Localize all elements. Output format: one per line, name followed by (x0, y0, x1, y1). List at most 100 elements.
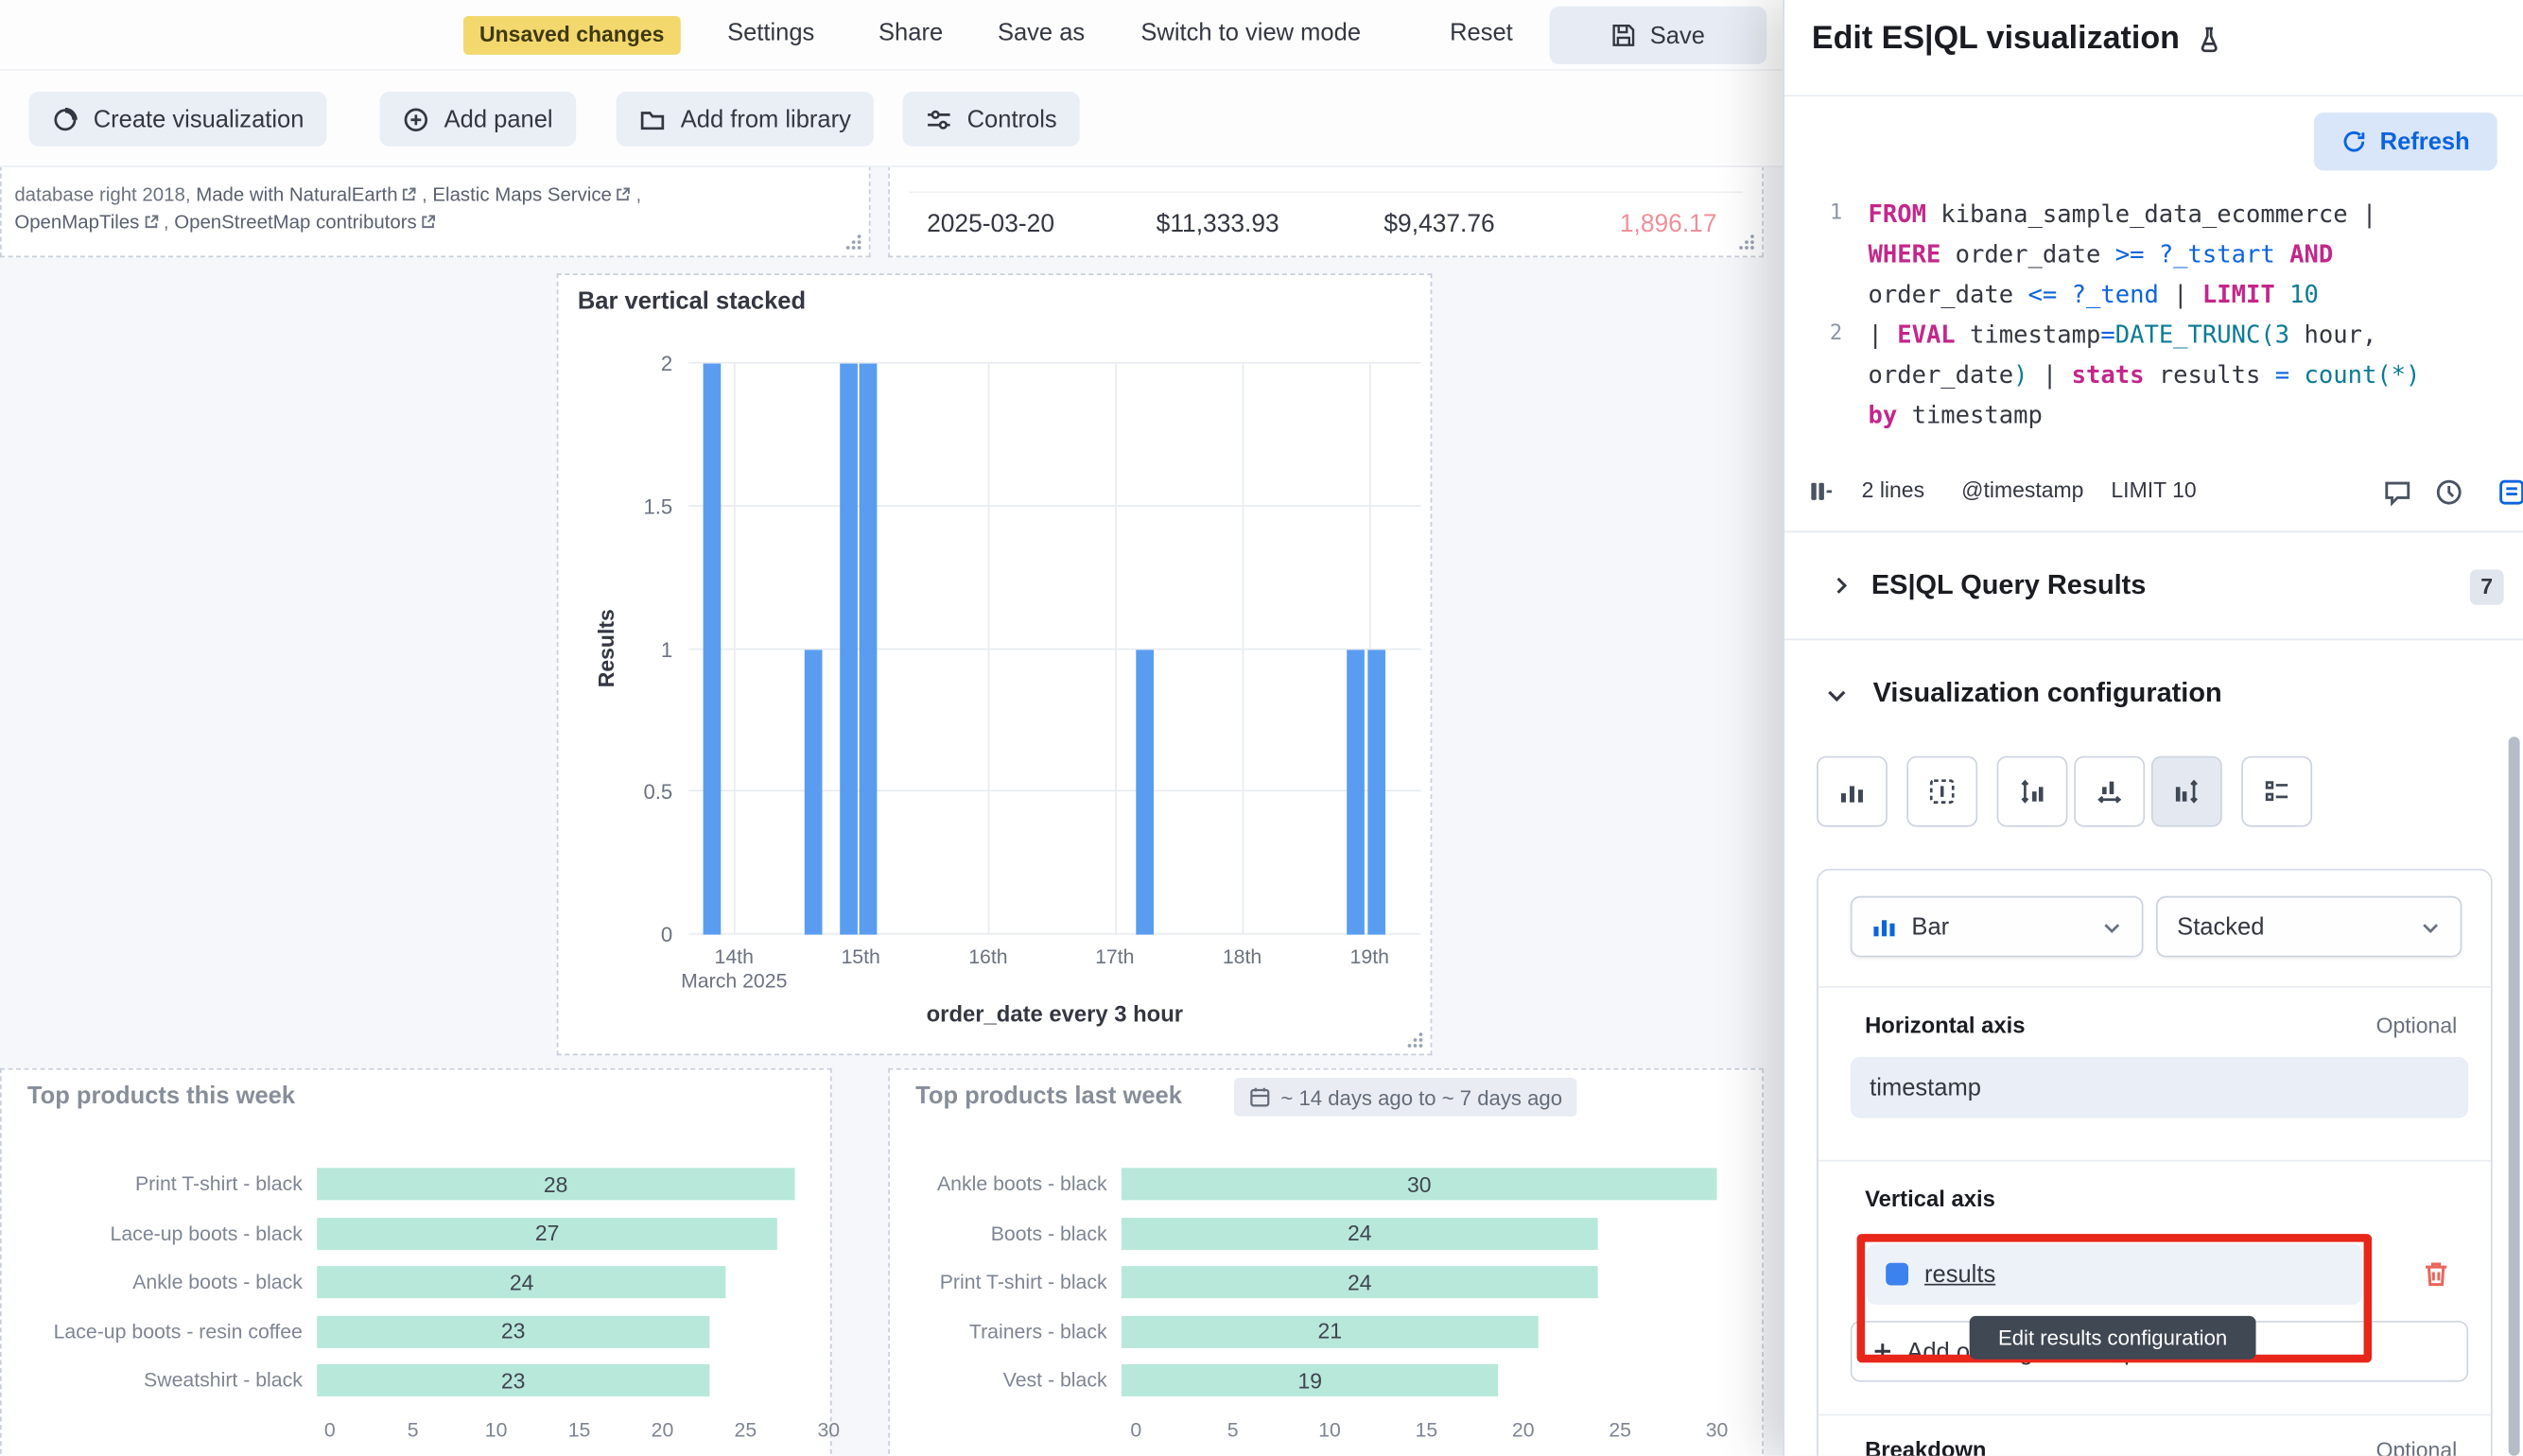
chart-bar[interactable]: 28 (317, 1169, 794, 1201)
edit-results-tooltip: Edit results configuration (1970, 1316, 2256, 1360)
calendar-icon (1248, 1086, 1271, 1109)
menu-item-save-as[interactable]: Save as (998, 19, 1085, 46)
chart-bar[interactable]: 30 (1122, 1169, 1717, 1201)
add-from-library-button[interactable]: Add from library (617, 92, 874, 147)
menu-item-share[interactable]: Share (879, 19, 943, 46)
naturalearth-link[interactable]: Made with NaturalEarth (196, 183, 397, 206)
vertical-axis-field-label: results (1924, 1260, 1995, 1288)
stack-mode-select[interactable]: Stacked (2156, 896, 2462, 958)
divider (1818, 1160, 2491, 1162)
chart-bar[interactable] (703, 364, 721, 935)
refresh-icon (2341, 129, 2367, 154)
value-label: 24 (1348, 1271, 1372, 1295)
bar-chart-plot (688, 364, 1420, 935)
right-axis-button[interactable] (2151, 756, 2222, 827)
horizontal-axis-field-label: timestamp (1870, 1074, 1981, 1101)
value-label: 24 (1348, 1222, 1372, 1246)
chevron-right-icon (1830, 574, 1853, 597)
flyout-scrollbar-thumb[interactable] (2509, 737, 2520, 1456)
chart-bar[interactable] (860, 364, 878, 935)
value-label: 21 (1318, 1320, 1343, 1344)
bottom-axis-icon (2095, 777, 2124, 806)
layer-config-panel: Bar Stacked Horizontal axis Optional tim… (1817, 869, 2493, 1456)
category-label: Lace-up boots - black (2, 1222, 317, 1245)
value-labels-button[interactable] (1906, 756, 1977, 827)
value-label: 19 (1298, 1369, 1323, 1394)
chart-bar[interactable]: 24 (1122, 1218, 1598, 1250)
vertical-axis-label: Vertical axis (1865, 1186, 1995, 1211)
chart-bar[interactable]: 24 (1122, 1267, 1598, 1299)
table-row: 2025-03-20 $11,333.93 $9,437.76 1,896.17 (890, 211, 1762, 246)
bar-vertical-stacked-panel[interactable]: Bar vertical stacked Results 00.511.52 1… (557, 273, 1433, 1055)
query-history-icon[interactable] (2434, 477, 2463, 507)
value-label: 30 (1407, 1172, 1432, 1197)
series-color-swatch (1886, 1263, 1908, 1286)
plus-circle-icon (402, 105, 429, 132)
chart-bar[interactable] (1368, 650, 1386, 935)
panel-title[interactable]: Top products last week (915, 1083, 1182, 1110)
top-products-this-week-panel[interactable]: Top products this week Print T-shirt - b… (0, 1068, 832, 1456)
horizontal-axis-field[interactable]: timestamp (1851, 1057, 2468, 1118)
feedback-comment-icon[interactable] (2383, 477, 2412, 507)
delete-field-trash-icon[interactable] (2420, 1258, 2452, 1291)
bottom-axis-button[interactable] (2074, 756, 2145, 827)
visualization-configuration-accordion[interactable]: Visualization configuration (1873, 677, 2222, 709)
table-cell-value-1: $11,333.93 (1099, 211, 1279, 240)
chart-bar[interactable] (1137, 650, 1155, 935)
chart-bar[interactable]: 23 (317, 1315, 709, 1347)
category-label: Sweatshirt - black (2, 1369, 317, 1392)
resize-handle[interactable] (844, 234, 862, 251)
chart-options-button[interactable] (1817, 756, 1888, 827)
chevron-down-icon[interactable] (1825, 684, 1850, 708)
chart-bar[interactable] (840, 364, 858, 935)
create-visualization-button[interactable]: Create visualization (29, 92, 327, 147)
divider (1818, 1414, 2491, 1416)
panel-title[interactable]: Bar vertical stacked (578, 288, 806, 316)
chart-type-select[interactable]: Bar (1851, 896, 2144, 958)
map-panel[interactable]: database right 2018, Made with NaturalEa… (0, 167, 871, 257)
table-panel[interactable]: 2025-03-20 $11,333.93 $9,437.76 1,896.17 (888, 167, 1764, 257)
chart-bar[interactable]: 24 (317, 1267, 726, 1299)
divider (1784, 95, 2523, 96)
menu-item-switch-to-view-mode[interactable]: Switch to view mode (1140, 19, 1361, 46)
legend-button[interactable] (2241, 756, 2312, 827)
editor-limit: LIMIT 10 (2111, 477, 2196, 502)
openmaptiles-link[interactable]: OpenMapTiles (14, 211, 139, 234)
add-from-library-label: Add from library (681, 105, 851, 132)
esql-query-results-accordion[interactable]: ES|QL Query Results 7 (1784, 531, 2523, 641)
menu-item-reset[interactable]: Reset (1450, 19, 1513, 46)
editor-timestamp-field: @timestamp (1961, 477, 2083, 502)
vertical-axis-field[interactable]: results (1867, 1243, 2362, 1305)
add-panel-button[interactable]: Add panel (380, 92, 576, 147)
controls-button[interactable]: Controls (903, 92, 1080, 147)
chart-row: Ankle boots - black30 (890, 1160, 1762, 1209)
hbar-rows: Print T-shirt - black28Lace-up boots - b… (2, 1160, 830, 1405)
external-link-icon (143, 214, 159, 230)
breakdown-label: Breakdown (1865, 1436, 1986, 1455)
left-axis-button[interactable] (1997, 756, 2068, 827)
refresh-button[interactable]: Refresh (2314, 113, 2497, 170)
save-button[interactable]: Save (1550, 7, 1767, 64)
chart-bar[interactable]: 21 (1122, 1315, 1539, 1347)
openstreetmap-link[interactable]: OpenStreetMap contributors (174, 211, 417, 234)
hbar-axis: 051015202530 (330, 1419, 828, 1445)
top-products-last-week-panel[interactable]: Top products last week ~ 14 days ago to … (888, 1068, 1764, 1456)
panel-title[interactable]: Top products this week (27, 1083, 295, 1110)
frame-values-icon (1927, 777, 1957, 806)
menu-item-settings[interactable]: Settings (727, 19, 814, 46)
chart-row: Lace-up boots - resin coffee23 (2, 1307, 830, 1356)
time-range-badge[interactable]: ~ 14 days ago to ~ 7 days ago (1234, 1078, 1576, 1117)
chart-bar[interactable] (1346, 650, 1364, 935)
chart-bar[interactable]: 19 (1122, 1364, 1499, 1396)
docs-icon[interactable] (2497, 477, 2523, 507)
save-icon (1611, 23, 1637, 48)
plus-icon (1871, 1340, 1894, 1362)
resize-handle[interactable] (1406, 1031, 1424, 1049)
category-label: Print T-shirt - black (890, 1272, 1122, 1294)
chart-bar[interactable] (805, 650, 823, 935)
chart-bar[interactable]: 27 (317, 1218, 777, 1250)
elastic-maps-service-link[interactable]: Elastic Maps Service (432, 183, 612, 206)
chart-bar[interactable]: 23 (317, 1364, 709, 1396)
resize-handle[interactable] (1738, 234, 1756, 251)
esql-editor[interactable]: 1FROM kibana_sample_data_ecommerce |WHER… (1803, 193, 2513, 434)
